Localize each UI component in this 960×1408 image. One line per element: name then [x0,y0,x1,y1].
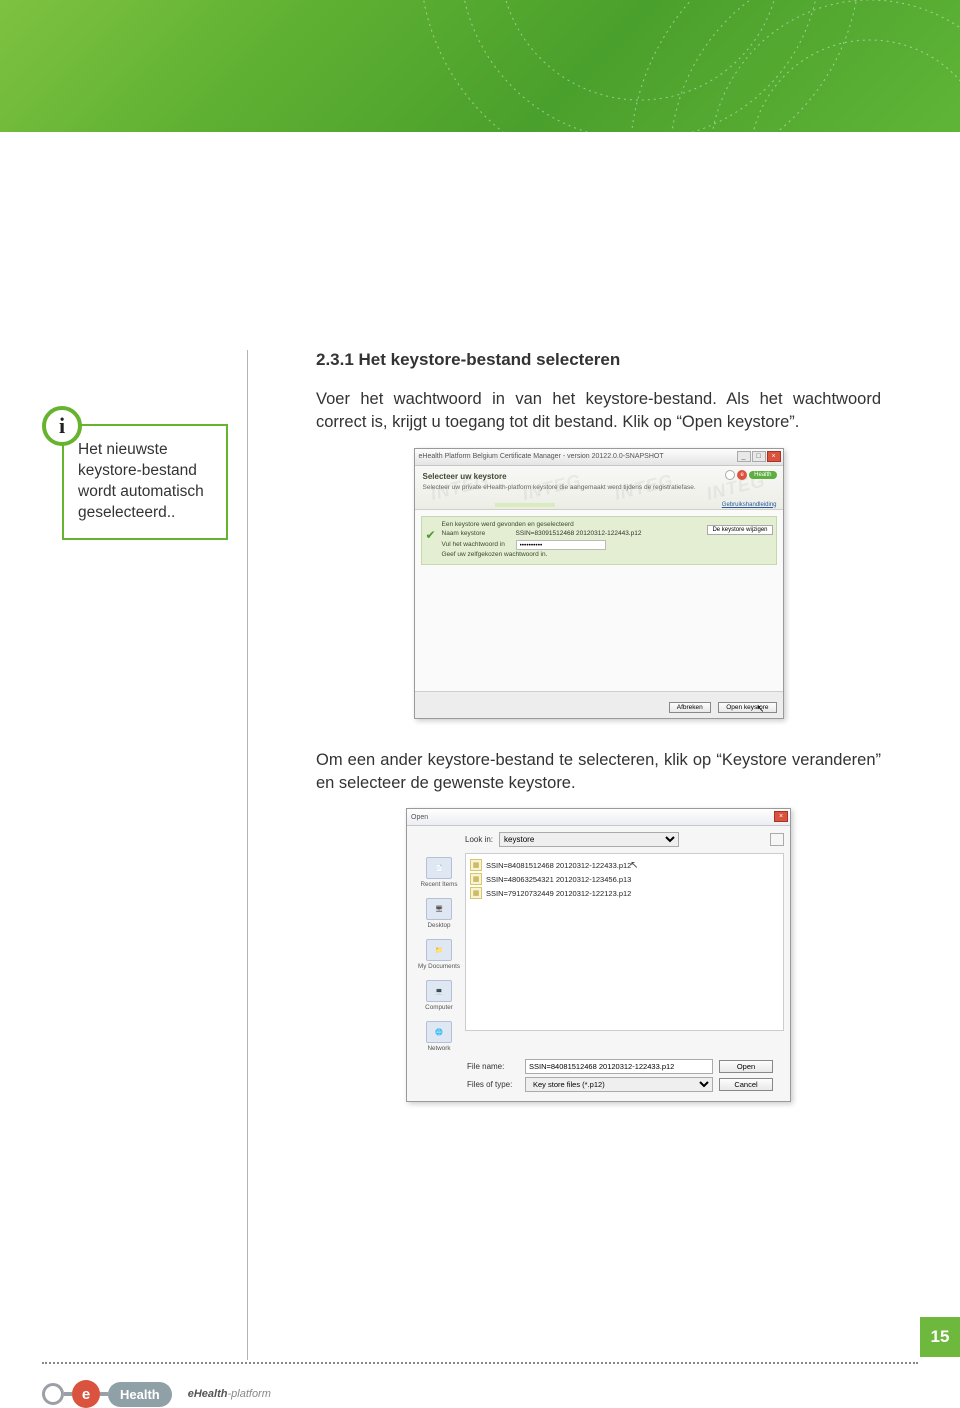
view-icon[interactable] [770,833,784,846]
footer-logo: e Health eHealth-platform [42,1380,271,1408]
cert-file-icon: ▦ [470,887,482,899]
dialog-footer: Afbreken Open keystore ↖ [415,691,783,718]
banner-pattern-icon [220,0,960,132]
callout-text: Het nieuwste keystore-bestand wordt auto… [62,424,228,540]
lookin-select[interactable]: keystore [499,832,679,847]
place-desktop[interactable]: 🖥Desktop [426,898,452,929]
dialog-subtitle: Selecteer uw private eHealth-platform ke… [423,484,775,491]
maximize-icon[interactable]: □ [752,451,766,462]
name-value: SSIN=83091512468 20120312-122443.p12 [516,530,642,539]
check-icon: ✔ [426,527,436,543]
cert-file-icon: ▦ [470,873,482,885]
name-label: Naam keystore [442,530,512,539]
cursor-icon: ↖ [756,704,764,715]
top-banner [0,0,960,132]
footer-brand: eHealth-platform [188,1388,271,1400]
window-buttons: _ □ × [737,451,781,462]
place-network[interactable]: 🌐Network [426,1021,452,1052]
window-titlebar: eHealth Platform Belgium Certificate Man… [415,449,783,466]
open-titlebar: Open × [407,809,790,826]
section-heading: 2.3.1 Het keystore-bestand selecteren [316,350,881,370]
filetype-select[interactable]: Key store files (*.p12) [525,1077,713,1092]
close-icon[interactable]: × [767,451,781,462]
filename-label: File name: [467,1062,519,1071]
open-window-buttons: × [774,811,788,822]
divider [42,1362,918,1364]
open-keystore-button[interactable]: Open keystore [718,702,776,713]
file-item[interactable]: ▦SSIN=84081512468 20120312-122433.p12 [470,858,779,872]
open-button[interactable]: Open [719,1060,773,1073]
minimize-icon[interactable]: _ [737,451,751,462]
change-keystore-button[interactable]: De keystore wijzigen [707,525,772,535]
file-item[interactable]: ▦SSIN=48063254321 20120312-123456.p13 [470,872,779,886]
info-callout: i Het nieuwste keystore-bestand wordt au… [42,406,228,540]
paragraph-2: Om een ander keystore-bestand te selecte… [316,749,881,795]
cursor-icon: ↖ [630,860,638,871]
health-pill-icon: Health [108,1382,172,1407]
open-title: Open [411,814,428,821]
places-bar: 📄Recent Items 🖥Desktop 📁My Documents 💻Co… [413,853,465,1052]
lookin-label: Look in: [465,835,493,844]
cancel-button[interactable]: Afbreken [669,702,711,713]
filename-input[interactable] [525,1059,713,1074]
page-number: 15 [920,1317,960,1357]
dialog-title: Selecteer uw keystore [423,472,775,481]
empty-area [421,565,777,685]
dialog-body: ✔ De keystore wijzigen Een keystore werd… [415,510,783,691]
info-icon: i [42,406,82,446]
column-rule [247,350,248,1360]
e-icon: e [72,1380,100,1408]
circle-icon [42,1383,64,1405]
keystore-info-box: ✔ De keystore wijzigen Een keystore werd… [421,516,777,565]
close-icon[interactable]: × [774,811,788,822]
place-recent[interactable]: 📄Recent Items [420,857,457,888]
place-documents[interactable]: 📁My Documents [418,939,460,970]
ehealth-logo-icon: eHealth [725,470,776,480]
dialog-header: INTEGINTEGINTEGINTEG Selecteer uw keysto… [415,466,783,510]
file-list[interactable]: ▦SSIN=84081512468 20120312-122433.p12 ▦S… [465,853,784,1031]
progress-line-icon [415,503,783,509]
paragraph-1: Voer het wachtwoord in van het keystore-… [316,388,881,434]
file-item[interactable]: ▦SSIN=79120732449 20120312-122123.p12 [470,886,779,900]
lookin-row: Look in: keystore [413,832,784,847]
password-label: Vul het wachtwoord in [442,541,512,550]
filetype-label: Files of type: [467,1080,519,1089]
password-input[interactable] [516,540,606,550]
cancel-open-button[interactable]: Cancel [719,1078,773,1091]
place-computer[interactable]: 💻Computer [425,980,453,1011]
hint-text: Geef uw zelfgekozen wachtwoord in. [442,551,772,560]
screenshot-keystore-window: eHealth Platform Belgium Certificate Man… [414,448,784,719]
screenshot-open-dialog: Open × Look in: keystore 📄Recent Items 🖥… [406,808,791,1102]
window-title: eHealth Platform Belgium Certificate Man… [419,453,664,460]
cert-file-icon: ▦ [470,859,482,871]
